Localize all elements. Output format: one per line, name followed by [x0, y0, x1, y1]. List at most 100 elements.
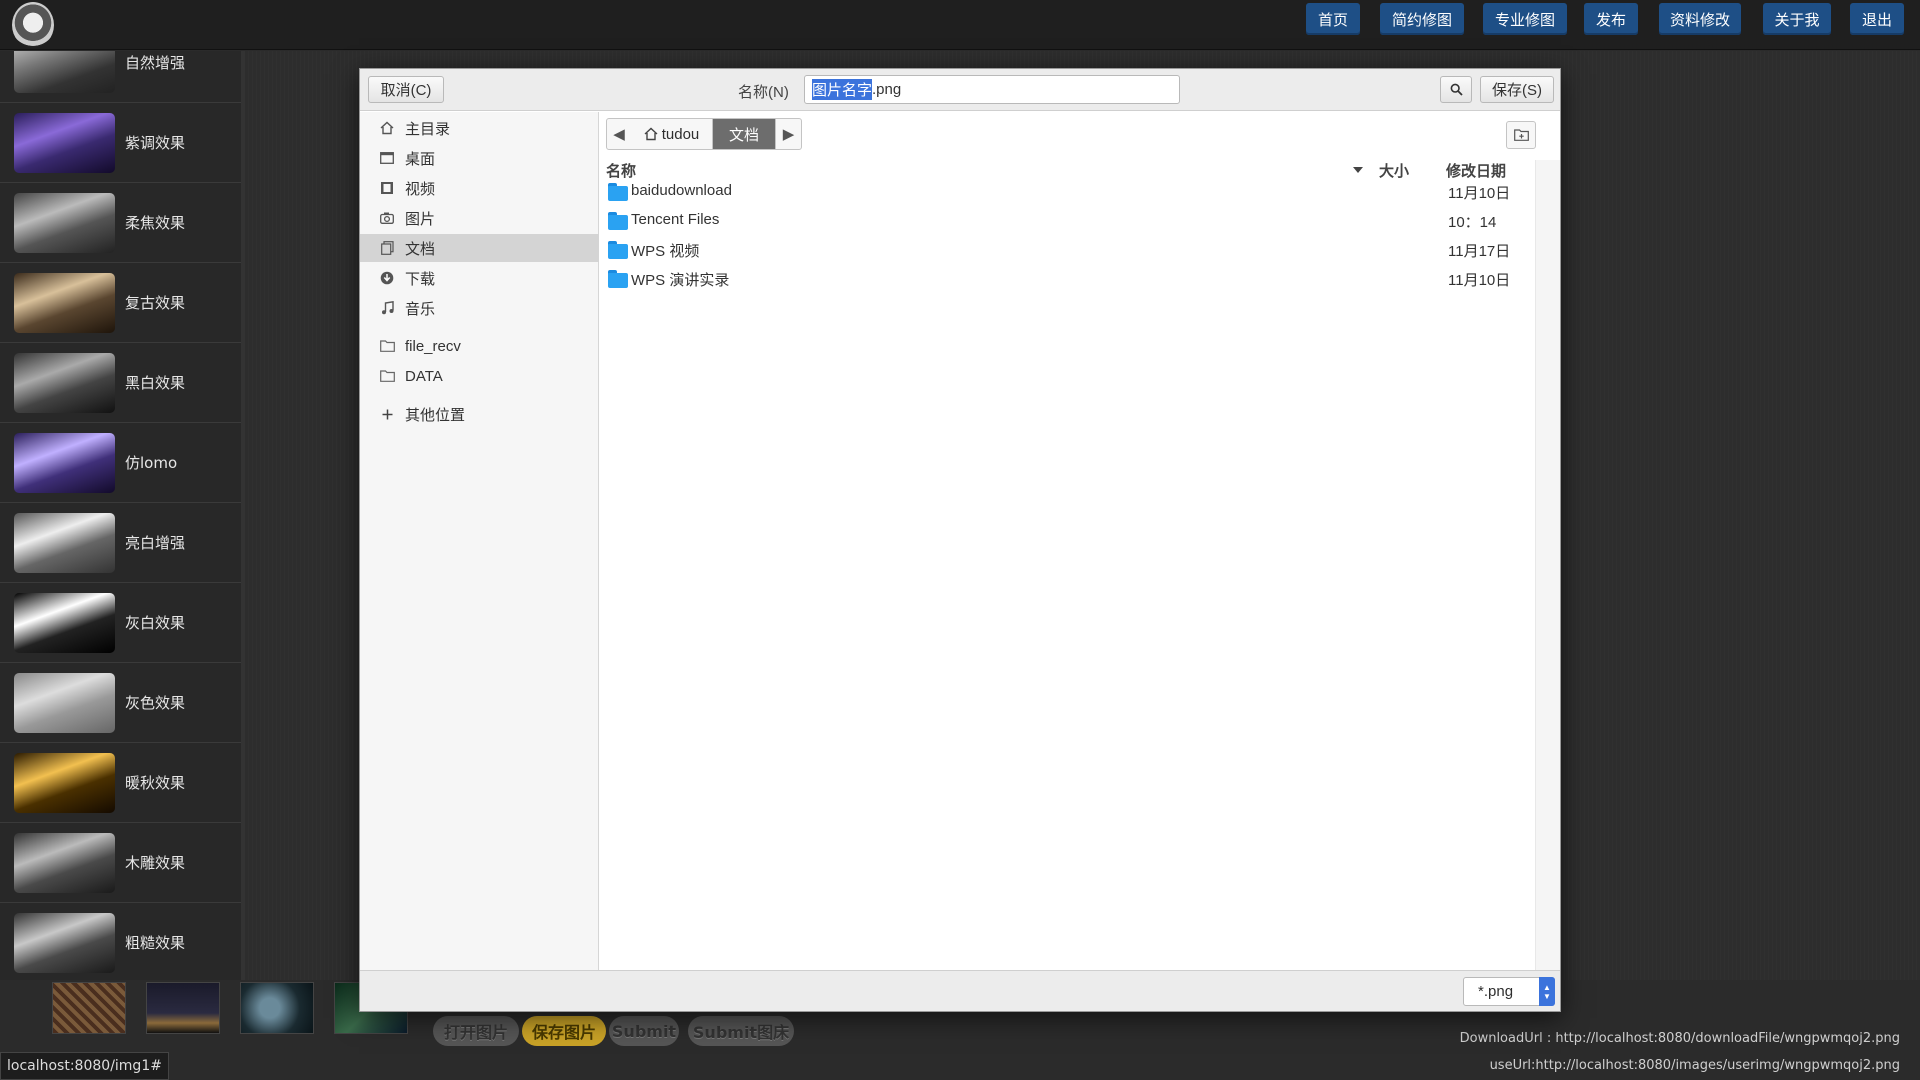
sidebar-item-downloads[interactable]: 下载	[360, 264, 599, 292]
chevron-left-icon: ◀	[613, 126, 625, 143]
filter-label: 灰白效果	[125, 614, 186, 632]
nav-pro-edit-button[interactable]: 专业修图	[1483, 3, 1567, 35]
filter-item[interactable]: 灰色效果	[0, 663, 241, 743]
save-image-button[interactable]: 保存图片	[522, 1016, 606, 1046]
file-list-scrollbar[interactable]	[1535, 160, 1560, 970]
folder-icon	[608, 241, 628, 259]
filter-label: 紫调效果	[125, 134, 186, 152]
nav-about-button[interactable]: 关于我	[1763, 3, 1831, 35]
file-type-select[interactable]: *.png ▲ ▼	[1463, 977, 1555, 1006]
filter-thumbnail	[14, 913, 115, 973]
camera-icon	[379, 210, 395, 226]
search-icon	[1450, 83, 1463, 96]
filter-thumbnail	[14, 193, 115, 253]
chevron-right-icon: ▶	[782, 126, 795, 143]
recent-image-thumbnail[interactable]	[52, 982, 126, 1034]
filter-item[interactable]: 暖秋效果	[0, 743, 241, 823]
folder-icon	[379, 338, 395, 354]
file-name: WPS 演讲实录	[631, 272, 730, 289]
sidebar-item-pictures[interactable]: 图片	[360, 204, 599, 232]
sidebar-item-desktop[interactable]: 桌面	[360, 144, 599, 172]
filename-input[interactable]: 图片名字 .png	[804, 75, 1180, 104]
submit-imagehost-button[interactable]: Submit图床	[688, 1016, 794, 1046]
filter-thumbnail	[14, 353, 115, 413]
new-folder-icon	[1513, 129, 1529, 141]
path-current-button[interactable]: 文档	[713, 119, 775, 149]
filter-item[interactable]: 复古效果	[0, 263, 241, 343]
recent-image-thumbnail[interactable]	[240, 982, 314, 1034]
path-home-label: tudou	[661, 125, 700, 143]
sidebar-item-label: 其他位置	[405, 406, 466, 424]
save-file-dialog: 取消(C) 名称(N) 图片名字.png 保存(S) 主目录 桌面 视频 图片	[359, 68, 1561, 1012]
filter-label: 粗糙效果	[125, 934, 186, 952]
sidebar-item-file-recv[interactable]: file_recv	[360, 332, 599, 360]
sidebar-item-other-locations[interactable]: 其他位置	[360, 400, 599, 428]
filter-item[interactable]: 亮白增强	[0, 503, 241, 583]
open-image-button[interactable]: 打开图片	[433, 1016, 519, 1046]
recent-image-thumbnail[interactable]	[146, 982, 220, 1034]
filter-thumbnail	[14, 753, 115, 813]
filter-label: 仿lomo	[125, 454, 178, 472]
file-row[interactable]: baidudownload 11月10日	[600, 178, 1530, 207]
nav-simple-edit-button[interactable]: 简约修图	[1380, 3, 1464, 35]
filter-label: 暖秋效果	[125, 774, 186, 792]
plus-icon	[379, 406, 395, 422]
file-name: baidudownload	[631, 182, 732, 199]
filter-item[interactable]: 仿lomo	[0, 423, 241, 503]
filter-item[interactable]: 柔焦效果	[0, 183, 241, 263]
filter-item[interactable]: 粗糙效果	[0, 903, 241, 980]
download-url-text: DownloadUrl : http://localhost:8080/down…	[1459, 1031, 1900, 1046]
file-type-value: *.png	[1478, 983, 1514, 1000]
sidebar-item-label: 桌面	[405, 150, 436, 168]
file-name: Tencent Files	[631, 211, 720, 228]
filter-thumbnail	[14, 113, 115, 173]
sidebar-item-documents[interactable]: 文档	[360, 234, 599, 262]
filter-label: 木雕效果	[125, 854, 186, 872]
filter-item[interactable]: 自然增强	[0, 51, 241, 103]
nav-profile-button[interactable]: 资料修改	[1659, 3, 1741, 35]
file-row[interactable]: WPS 演讲实录 11月10日	[600, 265, 1530, 294]
path-back-button[interactable]: ◀	[607, 119, 631, 149]
file-row[interactable]: WPS 视频 11月17日	[600, 236, 1530, 265]
search-button[interactable]	[1440, 76, 1472, 103]
site-logo[interactable]	[12, 2, 54, 48]
path-bar: ◀ tudou 文档 ▶	[606, 118, 802, 150]
filter-item[interactable]: 紫调效果	[0, 103, 241, 183]
sidebar-item-data[interactable]: DATA	[360, 362, 599, 390]
nav-logout-button[interactable]: 退出	[1850, 3, 1904, 35]
status-bar-url: localhost:8080/img1#	[0, 1052, 169, 1080]
home-icon	[379, 120, 395, 136]
save-button[interactable]: 保存(S)	[1480, 76, 1554, 103]
filter-label: 亮白增强	[125, 534, 186, 552]
sidebar-item-music[interactable]: 音乐	[360, 294, 599, 322]
download-icon	[379, 270, 395, 286]
use-url-text: useUrl:http://localhost:8080/images/user…	[1489, 1058, 1900, 1073]
desktop-icon	[379, 150, 395, 166]
file-name: WPS 视频	[631, 243, 700, 260]
sidebar-item-label: 文档	[405, 240, 436, 258]
file-row[interactable]: Tencent Files 10：14	[600, 207, 1530, 236]
submit-button[interactable]: Submit	[609, 1016, 679, 1046]
filter-item[interactable]: 黑白效果	[0, 343, 241, 423]
file-modified-date: 11月10日	[1448, 272, 1511, 289]
sort-descending-icon[interactable]	[1353, 167, 1363, 173]
file-browser: ◀ tudou 文档 ▶ 名称 大小 修改日期 baidudownload 11…	[600, 112, 1560, 970]
filter-label: 黑白效果	[125, 374, 186, 392]
filter-item[interactable]: 木雕效果	[0, 823, 241, 903]
filename-label: 名称(N)	[738, 84, 789, 101]
filter-item[interactable]: 灰白效果	[0, 583, 241, 663]
dialog-footer: *.png ▲ ▼	[360, 970, 1560, 1011]
filter-thumbnail	[14, 51, 115, 93]
cancel-button[interactable]: 取消(C)	[368, 76, 444, 103]
path-home-button[interactable]: tudou	[631, 119, 713, 149]
filter-thumbnail	[14, 673, 115, 733]
sidebar-item-videos[interactable]: 视频	[360, 174, 599, 202]
filter-thumbnail	[14, 433, 115, 493]
video-icon	[379, 180, 395, 196]
nav-home-button[interactable]: 首页	[1306, 3, 1360, 35]
nav-publish-button[interactable]: 发布	[1584, 3, 1638, 35]
sidebar-item-home[interactable]: 主目录	[360, 114, 599, 142]
new-folder-button[interactable]	[1506, 121, 1536, 149]
dialog-header: 取消(C) 名称(N) 图片名字 .png 保存(S)	[360, 69, 1560, 111]
path-forward-button[interactable]: ▶	[775, 119, 801, 149]
